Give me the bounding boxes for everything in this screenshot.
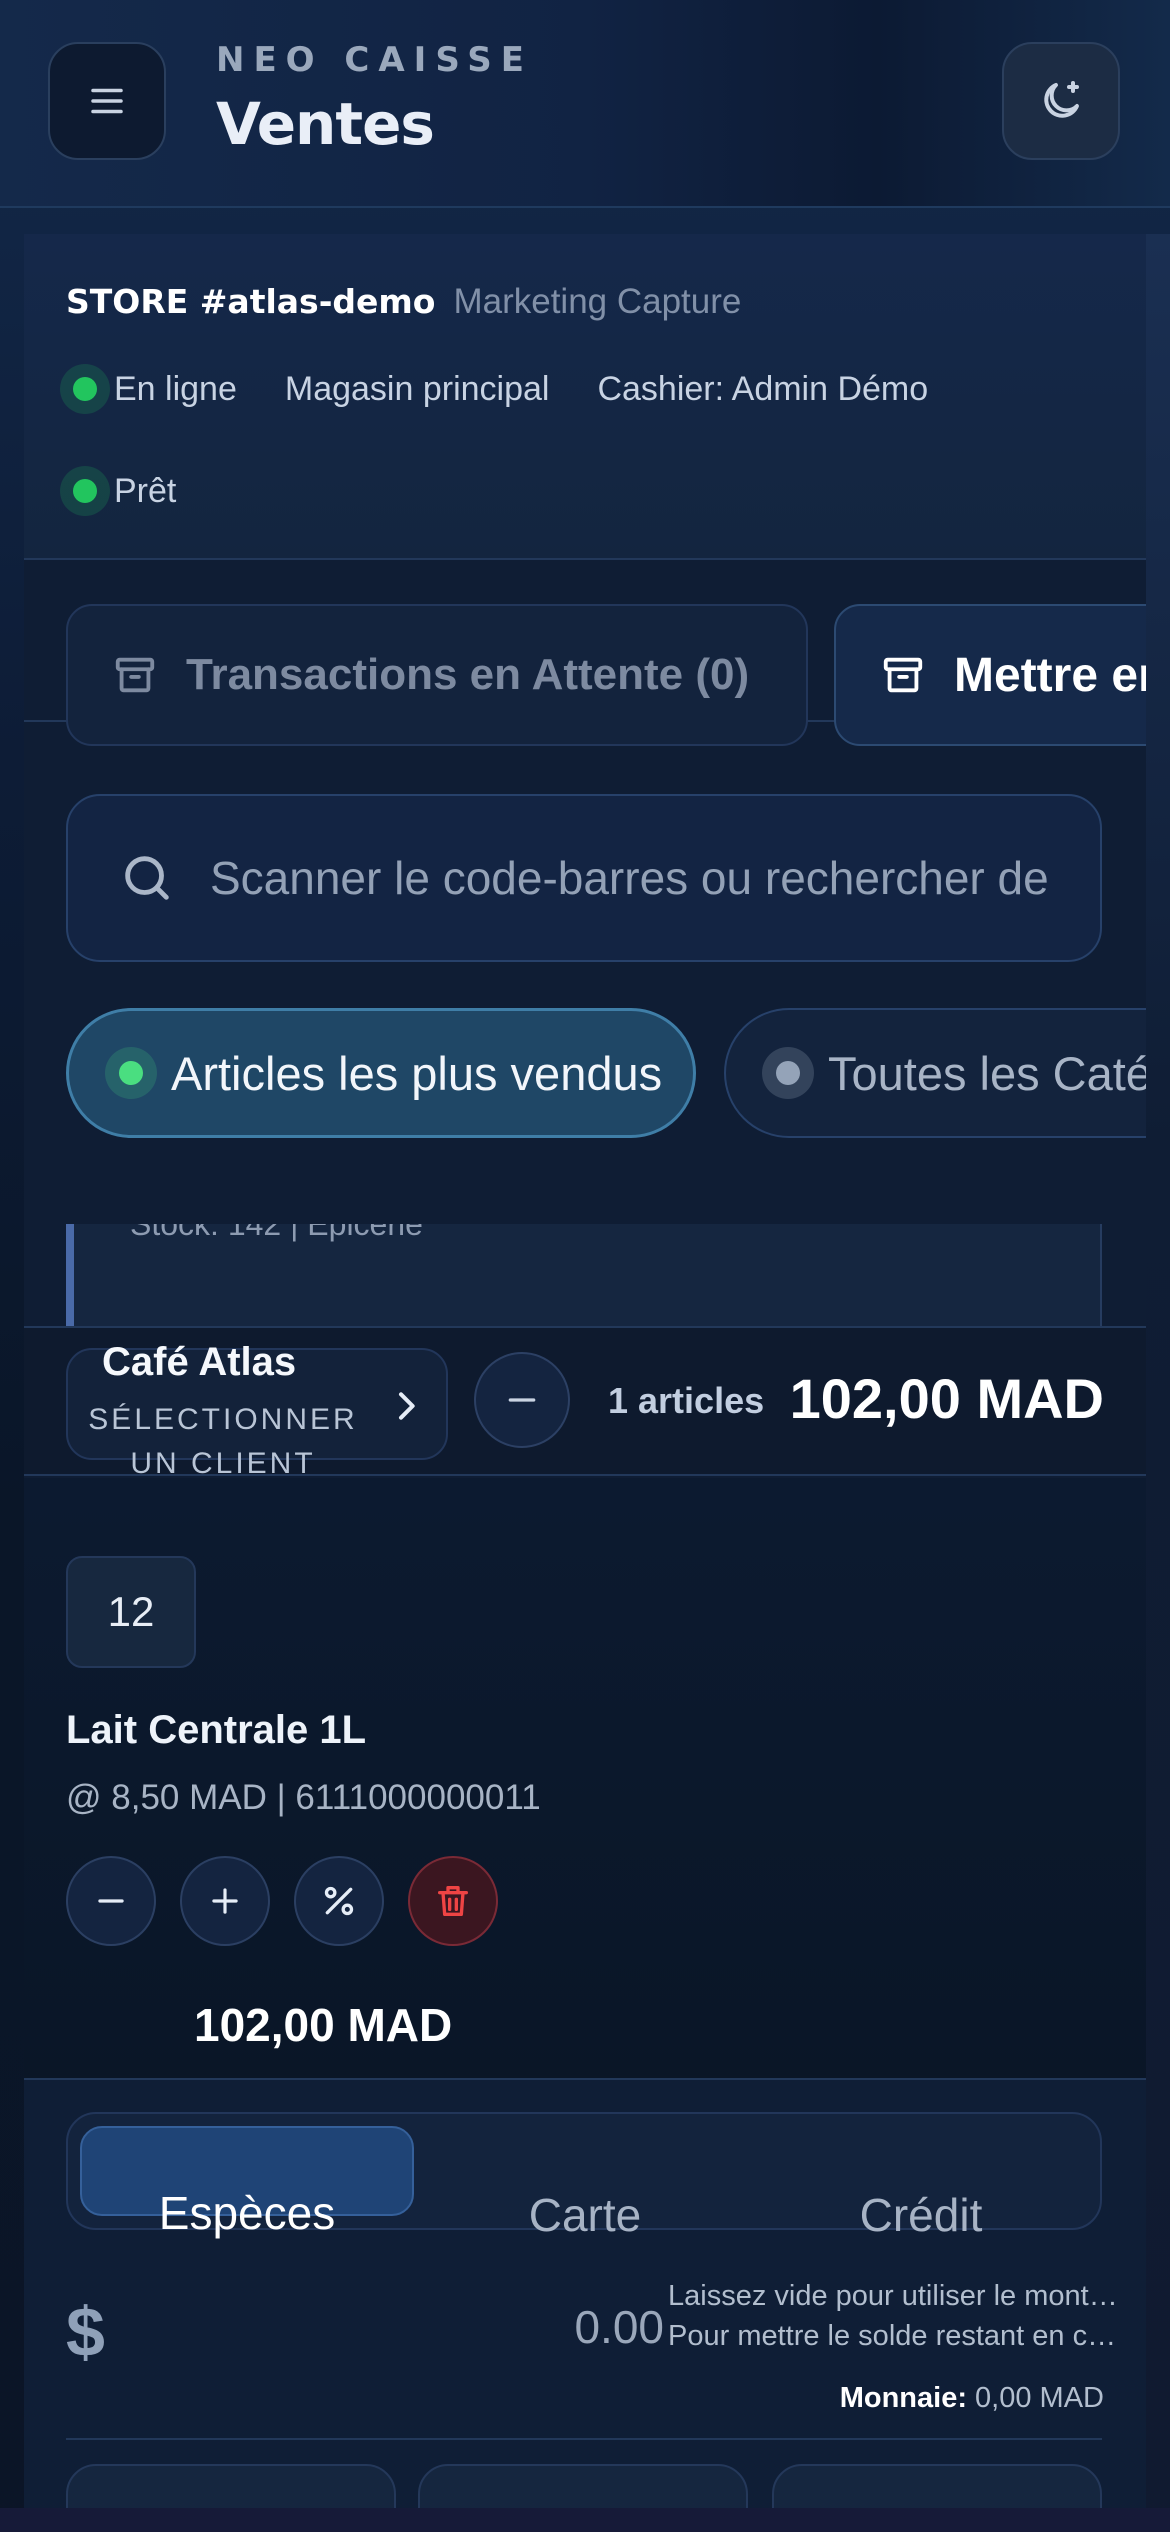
store-status-row: En ligne Magasin principal Cashier: Admi… bbox=[60, 364, 928, 414]
cashier-name: Cashier: Admin Démo bbox=[597, 369, 929, 408]
remove-item-button[interactable] bbox=[408, 1856, 498, 1946]
menu-icon bbox=[91, 88, 123, 114]
change-due: Monnaie: 0,00 MAD bbox=[840, 2382, 1104, 2415]
payment-hint-exact: Laissez vide pour utiliser le montant ex… bbox=[668, 2280, 1118, 2312]
archive-icon bbox=[883, 657, 923, 693]
chip-indicator bbox=[105, 1047, 157, 1099]
store-id: STORE #atlas-demo bbox=[66, 282, 436, 321]
product-card[interactable]: Stock: 142 | Epicerie bbox=[66, 1224, 1102, 1334]
payment-hint-credit: Pour mettre le solde restant en crédit bbox=[668, 2320, 1118, 2352]
actions-row: Transactions en Attente (0) Mettre en bbox=[24, 562, 1146, 746]
hold-transaction-label: Mettre en bbox=[954, 648, 1146, 702]
customer-name: Café Atlas bbox=[102, 1340, 297, 1384]
quantity-field[interactable]: 12 bbox=[66, 1556, 196, 1668]
change-value: 0,00 MAD bbox=[975, 2382, 1104, 2414]
payment-method-tabs: Espèces Carte Crédit bbox=[66, 2112, 1102, 2241]
divider bbox=[66, 2438, 1102, 2440]
item-price-barcode: @ 8,50 MAD | 6111000000011 bbox=[66, 1778, 541, 1817]
chip-indicator bbox=[762, 1047, 814, 1099]
cart-line-item: 12 Lait Centrale 1L @ 8,50 MAD | 6111000… bbox=[24, 1478, 1146, 2078]
amount-tendered-input[interactable] bbox=[324, 2300, 664, 2354]
app-header: NEO CAISSE Ventes bbox=[0, 0, 1170, 208]
payment-section: Espèces Carte Crédit $ Laissez vide pour… bbox=[24, 2078, 1146, 2532]
bottom-edge bbox=[0, 2508, 1170, 2532]
pending-transactions-button[interactable]: Transactions en Attente (0) bbox=[66, 604, 808, 746]
tab-cash-label: Espèces bbox=[158, 2187, 336, 2239]
discount-button[interactable] bbox=[294, 1856, 384, 1946]
minus-icon bbox=[98, 1899, 124, 1903]
plus-icon bbox=[212, 1888, 238, 1914]
hold-transaction-button[interactable]: Mettre en bbox=[834, 604, 1146, 746]
category-chip-all[interactable]: Toutes les Catég bbox=[724, 1008, 1146, 1138]
category-chip-best-sellers[interactable]: Articles les plus vendus bbox=[66, 1008, 696, 1138]
tab-card[interactable]: Carte bbox=[418, 2126, 752, 2241]
moon-star-icon bbox=[1044, 81, 1079, 118]
percent-icon bbox=[324, 1886, 354, 1916]
decrease-quantity-button[interactable] bbox=[66, 1856, 156, 1946]
archive-icon bbox=[115, 657, 155, 693]
theme-toggle-button[interactable] bbox=[1002, 42, 1120, 160]
search-box[interactable] bbox=[66, 794, 1102, 962]
menu-button[interactable] bbox=[48, 42, 166, 160]
tab-card-label: Carte bbox=[528, 2189, 642, 2241]
select-customer-label: SÉLECTIONNER UN CLIENT bbox=[88, 1403, 358, 1480]
product-stock: Stock: 142 | Epicerie bbox=[130, 1224, 423, 1242]
chevron-right-icon bbox=[399, 1392, 415, 1420]
store-heading: STORE #atlas-demo Marketing Capture bbox=[66, 282, 741, 322]
change-label: Monnaie: bbox=[839, 2382, 967, 2414]
pos-panel: STORE #atlas-demo Marketing Capture En li… bbox=[24, 234, 1146, 2532]
ready-indicator bbox=[60, 466, 110, 516]
scroll-gutter bbox=[1146, 234, 1170, 2508]
product-list: Stock: 142 | Epicerie bbox=[24, 1224, 1146, 1334]
search-input[interactable] bbox=[210, 851, 1050, 905]
store-info: STORE #atlas-demo Marketing Capture En li… bbox=[24, 234, 1146, 560]
status-online: En ligne bbox=[114, 369, 237, 408]
online-indicator bbox=[60, 364, 110, 414]
minus-icon bbox=[508, 1398, 536, 1402]
trash-icon bbox=[438, 1886, 468, 1916]
tab-credit[interactable]: Crédit bbox=[754, 2126, 1088, 2241]
cart-total: 102,00 MAD bbox=[789, 1367, 1104, 1430]
category-chip-label: Articles les plus vendus bbox=[171, 1046, 663, 1100]
increase-quantity-button[interactable] bbox=[180, 1856, 270, 1946]
search-icon bbox=[125, 856, 169, 900]
currency-symbol: $ bbox=[66, 2293, 105, 2371]
brand-name: NEO CAISSE bbox=[216, 40, 534, 80]
tab-cash[interactable]: Espèces bbox=[80, 2126, 414, 2239]
page-title: Ventes bbox=[216, 90, 435, 158]
status-ready: Prêt bbox=[114, 471, 177, 510]
store-location: Magasin principal bbox=[284, 369, 550, 408]
item-name: Lait Centrale 1L bbox=[66, 1708, 367, 1752]
item-total: 102,00 MAD bbox=[194, 1999, 453, 2051]
select-customer-button[interactable]: Café Atlas SÉLECTIONNER UN CLIENT bbox=[66, 1340, 448, 1480]
cart-summary-bar: Café Atlas SÉLECTIONNER UN CLIENT 1 arti… bbox=[24, 1326, 1146, 1480]
store-subtitle: Marketing Capture bbox=[453, 282, 742, 321]
ready-status-row: Prêt bbox=[60, 466, 176, 516]
category-chip-label: Toutes les Catég bbox=[828, 1046, 1146, 1100]
pending-transactions-label: Transactions en Attente (0) bbox=[186, 650, 750, 699]
tab-credit-label: Crédit bbox=[859, 2189, 983, 2241]
cart-item-count: 1 articles bbox=[608, 1380, 765, 1421]
collapse-cart-button[interactable] bbox=[474, 1352, 570, 1448]
